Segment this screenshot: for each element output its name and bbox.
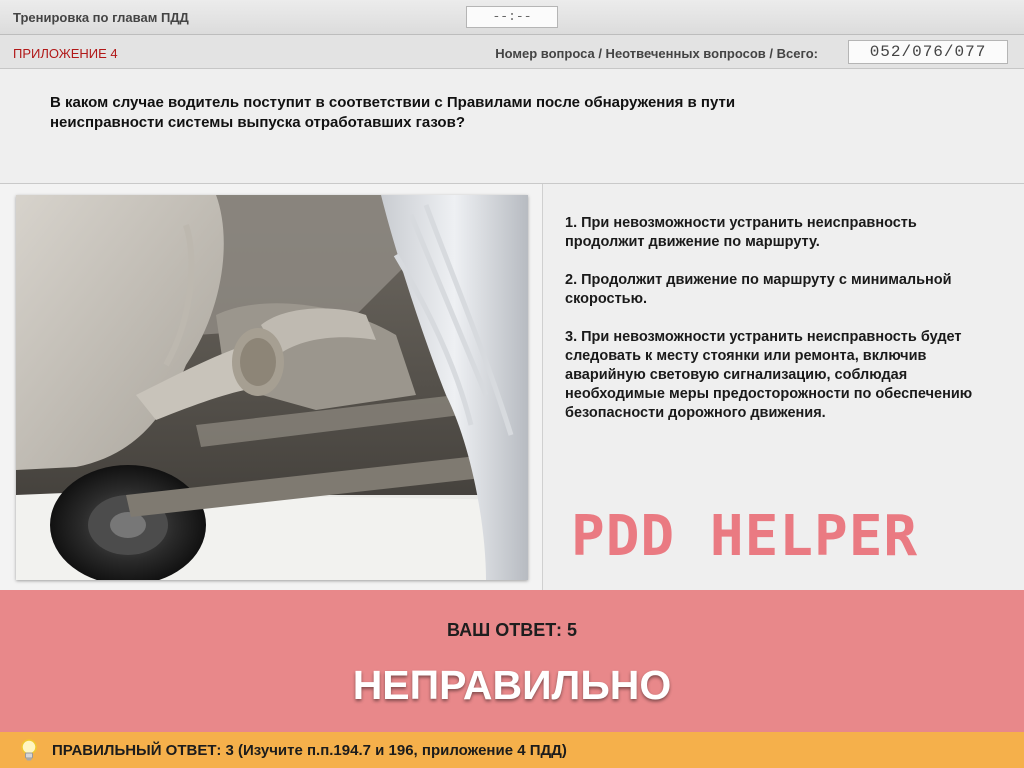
question-text: В каком случае водитель поступит в соотв…	[50, 94, 736, 131]
answer-option-1[interactable]: 1. При невозможности устранить неисправн…	[565, 214, 995, 252]
correct-answer-text: ПРАВИЛЬНЫЙ ОТВЕТ: 3 (Изучите п.п.194.7 и…	[52, 742, 567, 759]
question-counter-label: Номер вопроса / Неотвеченных вопросов / …	[495, 46, 818, 61]
result-panel: ВАШ ОТВЕТ: 5 НЕПРАВИЛЬНО	[0, 590, 1024, 732]
title-bar: Тренировка по главам ПДД --:--	[0, 0, 1024, 35]
correct-answer-bar: ПРАВИЛЬНЫЙ ОТВЕТ: 3 (Изучите п.п.194.7 и…	[0, 732, 1024, 768]
your-answer-text: ВАШ ОТВЕТ: 5	[447, 620, 577, 640]
question-counter: 052/076/077	[848, 40, 1008, 64]
question-photo	[16, 195, 528, 580]
lightbulb-icon	[21, 739, 37, 761]
watermark-logo: PDD HELPER	[571, 504, 919, 569]
app-title: Тренировка по главам ПДД	[13, 10, 189, 25]
answers-panel: 1. При невозможности устранить неисправн…	[543, 184, 1024, 590]
question-panel: В каком случае водитель поступит в соотв…	[0, 69, 1024, 184]
answer-option-3[interactable]: 3. При невозможности устранить неисправн…	[565, 328, 995, 423]
timer-display: --:--	[466, 6, 558, 28]
info-bar: ПРИЛОЖЕНИЕ 4 Номер вопроса / Неотвеченны…	[0, 35, 1024, 69]
verdict-text: НЕПРАВИЛЬНО	[352, 662, 672, 708]
answer-option-2[interactable]: 2. Продолжит движение по маршруту с мини…	[565, 271, 995, 309]
photo-panel	[0, 184, 543, 590]
section-label: ПРИЛОЖЕНИЕ 4	[13, 46, 118, 61]
